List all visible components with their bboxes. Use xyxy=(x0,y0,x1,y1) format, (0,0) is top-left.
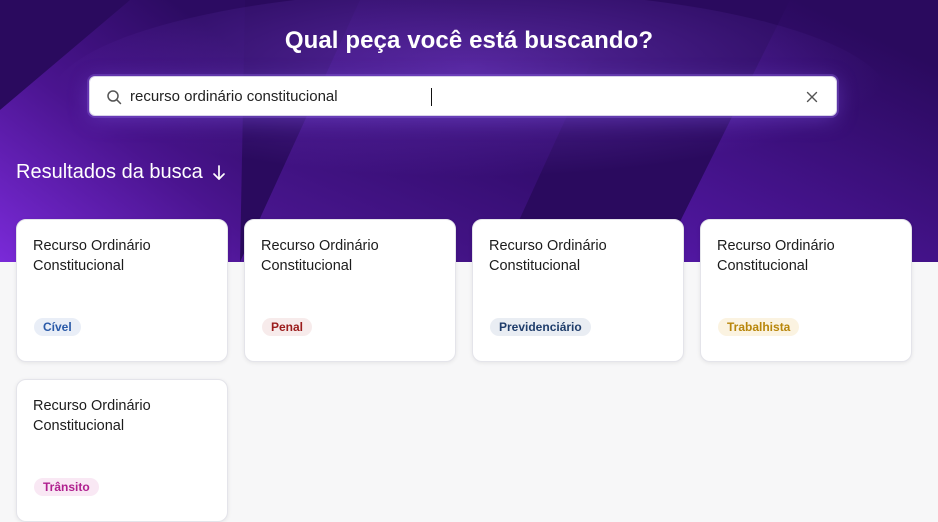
search-icon xyxy=(107,90,122,105)
card-title-line: Recurso Ordinário xyxy=(33,398,151,414)
card-title-line: Recurso Ordinário xyxy=(489,238,607,254)
text-caret xyxy=(431,88,432,106)
card-title-line: Constitucional xyxy=(261,258,353,274)
card-title: Recurso Ordinário Constitucional xyxy=(489,236,669,276)
card-title: Recurso Ordinário Constitucional xyxy=(33,396,213,436)
result-card[interactable]: Recurso Ordinário Constitucional Cível xyxy=(16,219,228,362)
card-title-line: Recurso Ordinário xyxy=(261,238,379,254)
card-title: Recurso Ordinário Constitucional xyxy=(717,236,897,276)
arrow-down-icon xyxy=(212,164,225,180)
close-icon xyxy=(806,91,818,103)
category-tag: Previdenciário xyxy=(490,318,591,336)
card-title-line: Constitucional xyxy=(33,258,125,274)
result-card[interactable]: Recurso Ordinário Constitucional Trânsit… xyxy=(16,379,228,522)
card-title: Recurso Ordinário Constitucional xyxy=(33,236,213,276)
search-input[interactable] xyxy=(130,77,780,115)
card-title-line: Recurso Ordinário xyxy=(33,238,151,254)
result-card[interactable]: Recurso Ordinário Constitucional Penal xyxy=(244,219,456,362)
result-card[interactable]: Recurso Ordinário Constitucional Previde… xyxy=(472,219,684,362)
card-title-line: Constitucional xyxy=(33,418,125,434)
card-title-line: Recurso Ordinário xyxy=(717,238,835,254)
card-title-line: Constitucional xyxy=(489,258,581,274)
results-heading-label: Resultados da busca xyxy=(16,161,203,183)
category-tag: Cível xyxy=(34,318,81,336)
page-title: Qual peça você está buscando? xyxy=(284,27,654,54)
results-heading: Resultados da busca xyxy=(16,161,227,184)
search-bar[interactable] xyxy=(89,76,837,116)
card-title-line: Constitucional xyxy=(717,258,809,274)
result-card[interactable]: Recurso Ordinário Constitucional Trabalh… xyxy=(700,219,912,362)
category-tag: Penal xyxy=(262,318,313,336)
category-tag: Trabalhista xyxy=(718,318,800,336)
card-title: Recurso Ordinário Constitucional xyxy=(261,236,441,276)
category-tag: Trânsito xyxy=(34,478,99,496)
clear-search-button[interactable] xyxy=(802,87,822,107)
